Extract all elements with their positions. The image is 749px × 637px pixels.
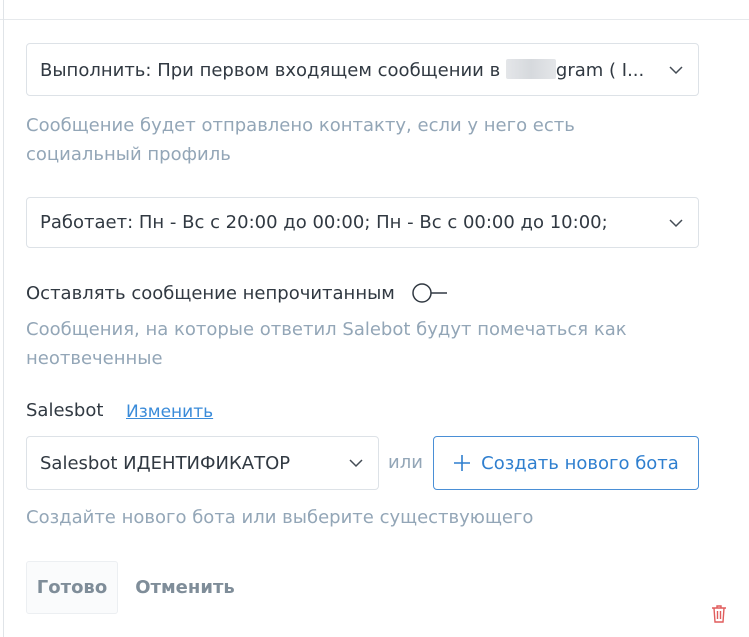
- unread-hint-line2: неотвеченные: [26, 348, 163, 369]
- chevron-down-icon: [349, 459, 363, 468]
- top-divider: [0, 19, 749, 20]
- plus-icon: [454, 455, 471, 471]
- trash-icon[interactable]: [711, 604, 727, 624]
- unread-toggle-label: Оставлять сообщение непрочитанным: [26, 282, 395, 304]
- create-bot-label: Создать нового бота: [481, 452, 679, 474]
- create-bot-button[interactable]: Создать нового бота: [433, 436, 699, 490]
- trigger-select-value: Выполнить: При первом входящем сообщении…: [40, 58, 645, 81]
- trigger-select[interactable]: Выполнить: При первом входящем сообщении…: [26, 43, 699, 96]
- schedule-select-value: Работает: Пн - Вс с 20:00 до 00:00; Пн -…: [40, 212, 608, 233]
- left-border: [3, 0, 4, 637]
- trigger-hint-line2: социальный профиль: [26, 144, 231, 165]
- trigger-hint-line1: Сообщение будет отправлено контакту, есл…: [26, 115, 575, 136]
- redacted-block: [505, 58, 556, 79]
- done-button[interactable]: Готово: [26, 561, 118, 614]
- unread-hint-line1: Сообщения, на которые ответил Salebot бу…: [26, 319, 627, 340]
- chevron-down-icon: [669, 218, 683, 227]
- salesbot-label: Salesbot: [26, 400, 104, 421]
- unread-toggle-switch[interactable]: [411, 282, 449, 304]
- cancel-button[interactable]: Отменить: [126, 561, 244, 614]
- salesbot-hint: Создайте нового бота или выберите сущест…: [26, 507, 534, 528]
- unread-toggle-row: Оставлять сообщение непрочитанным: [26, 282, 449, 304]
- chevron-down-icon: [669, 65, 683, 74]
- salesbot-select-value: Salesbot ИДЕНТИФИКАТОР: [40, 452, 291, 474]
- change-link[interactable]: Изменить: [126, 402, 213, 422]
- schedule-select[interactable]: Работает: Пн - Вс с 20:00 до 00:00; Пн -…: [26, 197, 699, 248]
- salesbot-select[interactable]: Salesbot ИДЕНТИФИКАТОР: [26, 436, 379, 490]
- or-text: или: [388, 452, 423, 473]
